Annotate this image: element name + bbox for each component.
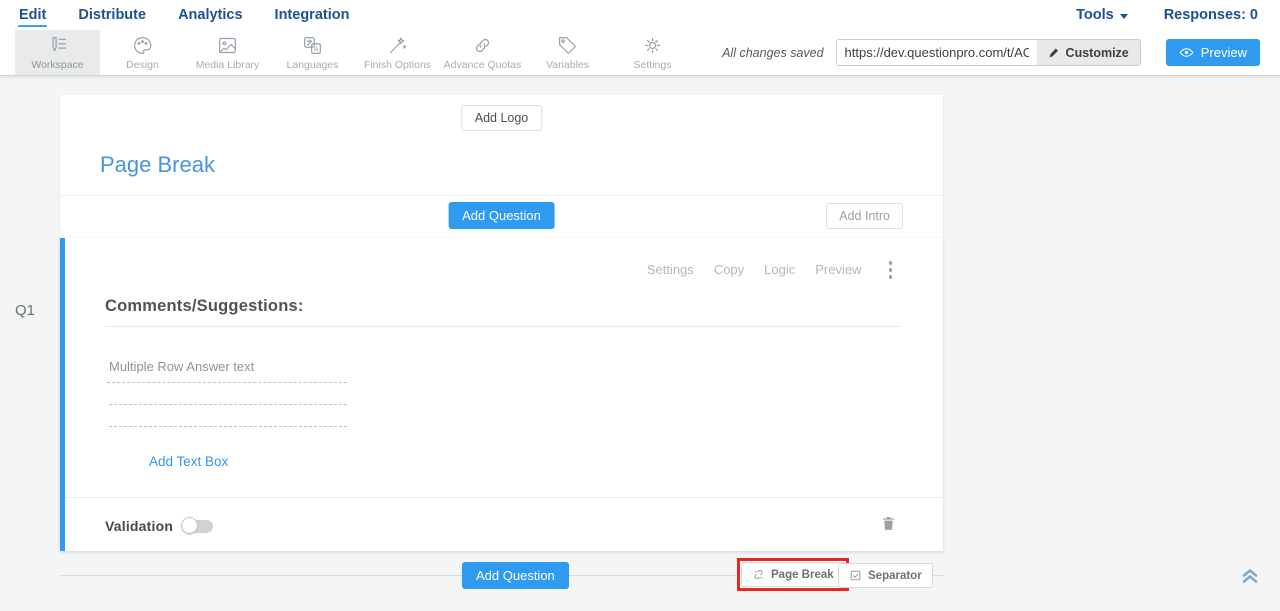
separator-button[interactable]: Separator xyxy=(838,563,933,588)
gear-icon xyxy=(642,35,663,56)
add-logo-button[interactable]: Add Logo xyxy=(461,105,543,131)
nav-links: Edit Distribute Analytics Integration xyxy=(0,3,350,27)
pencil-icon xyxy=(1048,47,1060,59)
question-settings-link[interactable]: Settings xyxy=(647,262,694,277)
broken-link-icon xyxy=(752,568,765,581)
chevron-down-icon xyxy=(1120,14,1128,19)
svg-text:A: A xyxy=(314,46,319,53)
toggle-knob xyxy=(181,517,198,534)
add-question-button-bottom[interactable]: Add Question xyxy=(462,562,569,589)
delete-question-button[interactable] xyxy=(880,514,897,536)
question-number-label: Q1 xyxy=(15,302,35,319)
page-break-button[interactable]: Page Break xyxy=(741,562,845,587)
tools-label: Tools xyxy=(1076,7,1114,23)
highlight-box: Page Break xyxy=(737,558,849,591)
customize-label: Customize xyxy=(1066,46,1129,60)
question-logic-link[interactable]: Logic xyxy=(764,262,795,277)
question-preview-link[interactable]: Preview xyxy=(815,262,861,277)
toolbar-tab-advance-quotas[interactable]: Advance Quotas xyxy=(440,30,525,75)
save-status: All changes saved xyxy=(722,46,823,60)
kebab-menu-icon[interactable] xyxy=(886,258,896,282)
nav-item-edit[interactable]: Edit xyxy=(18,3,47,27)
tab-label: Finish Options xyxy=(364,59,431,71)
toolbar-tab-languages[interactable]: A Languages xyxy=(270,30,355,75)
scroll-to-top-button[interactable] xyxy=(1238,562,1262,589)
tab-label: Languages xyxy=(287,59,339,71)
tools-dropdown[interactable]: Tools xyxy=(1076,7,1128,23)
survey-header-card: Add Logo Page Break Add Question Add Int… xyxy=(60,95,943,238)
nav-item-analytics[interactable]: Analytics xyxy=(177,3,243,27)
answer-rows: Multiple Row Answer text xyxy=(107,353,347,427)
top-nav: Edit Distribute Analytics Integration To… xyxy=(0,0,1280,30)
workspace-icon xyxy=(47,35,68,56)
toolbar-tab-media-library[interactable]: Media Library xyxy=(185,30,270,75)
tag-icon xyxy=(557,35,578,56)
tab-label: Workspace xyxy=(31,59,83,71)
tab-label: Variables xyxy=(546,59,589,71)
survey-url-input[interactable] xyxy=(837,40,1037,65)
toolbar-tab-design[interactable]: Design xyxy=(100,30,185,75)
question-card: Settings Copy Logic Preview Comments/Sug… xyxy=(60,238,943,551)
tab-label: Advance Quotas xyxy=(444,59,522,71)
toolbar-tab-finish-options[interactable]: Finish Options xyxy=(355,30,440,75)
palette-icon xyxy=(132,35,153,56)
preview-button[interactable]: Preview xyxy=(1166,39,1260,66)
add-intro-button[interactable]: Add Intro xyxy=(826,203,903,229)
preview-label: Preview xyxy=(1201,45,1247,60)
toolbar-tab-settings[interactable]: Settings xyxy=(610,30,695,75)
validation-label: Validation xyxy=(105,518,173,534)
multirow-answer-text[interactable]: Multiple Row Answer text xyxy=(107,353,347,383)
checkbox-checked-icon xyxy=(849,569,862,582)
toolbar-tab-variables[interactable]: Variables xyxy=(525,30,610,75)
validation-toggle[interactable] xyxy=(183,520,213,533)
double-chevron-up-icon xyxy=(1238,562,1262,586)
translate-icon: A xyxy=(302,35,323,56)
survey-url-group: Customize xyxy=(836,39,1141,66)
eye-icon xyxy=(1179,45,1194,60)
chain-links-icon xyxy=(472,35,493,56)
toolbar-tab-workspace[interactable]: Workspace xyxy=(15,30,100,75)
tab-label: Media Library xyxy=(196,59,260,71)
nav-item-integration[interactable]: Integration xyxy=(274,3,351,27)
magic-wand-icon xyxy=(387,35,408,56)
add-text-box-link[interactable]: Add Text Box xyxy=(149,454,228,469)
trash-icon xyxy=(880,514,897,533)
divider xyxy=(65,497,943,498)
question-copy-link[interactable]: Copy xyxy=(714,262,744,277)
image-icon xyxy=(217,35,238,56)
answer-row-blank[interactable] xyxy=(109,383,347,405)
add-question-button[interactable]: Add Question xyxy=(448,202,555,229)
answer-row-blank[interactable] xyxy=(109,405,347,427)
separator-label: Separator xyxy=(868,570,922,582)
editor-toolbar: Workspace Design Media Library A Languag… xyxy=(0,30,1280,76)
question-title[interactable]: Comments/Suggestions: xyxy=(105,297,304,316)
nav-item-distribute[interactable]: Distribute xyxy=(77,3,147,27)
customize-button[interactable]: Customize xyxy=(1037,40,1140,65)
divider xyxy=(105,326,901,327)
responses-count[interactable]: Responses: 0 xyxy=(1164,7,1258,23)
survey-title[interactable]: Page Break xyxy=(100,152,215,178)
page-break-label: Page Break xyxy=(771,569,834,581)
tab-label: Settings xyxy=(634,59,672,71)
tab-label: Design xyxy=(126,59,159,71)
divider xyxy=(60,195,943,196)
